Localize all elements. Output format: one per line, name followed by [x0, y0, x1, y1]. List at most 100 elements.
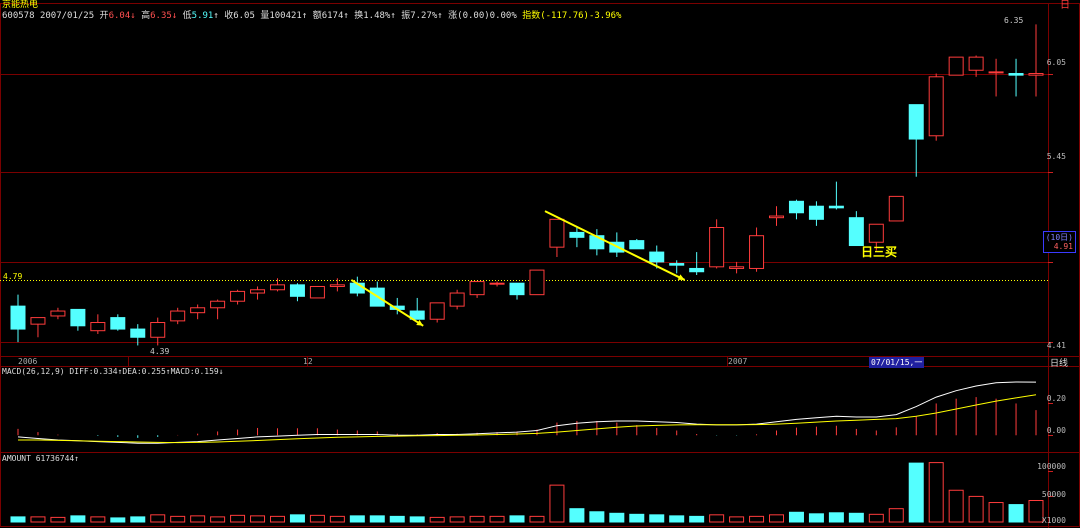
candle-body: [908, 104, 924, 140]
current-price-box: (10日) 4.91: [1042, 231, 1076, 253]
open-value: 6.04: [108, 11, 131, 21]
amount-bar: [190, 515, 206, 523]
candle-body: [749, 235, 765, 269]
turnover-value: 1.48%: [363, 11, 391, 21]
candle-body: [549, 218, 565, 248]
amount-bar: [449, 516, 465, 523]
price-tick: 6.05: [1046, 58, 1066, 67]
candle-body: [888, 195, 904, 222]
cursor-date: 07/01/15,一: [869, 357, 925, 368]
macd-label: MACD(26,12,9) DIFF:0.334↑DEA:0.255↑MACD:…: [2, 367, 224, 376]
amount-bar: [788, 511, 804, 523]
amount-bar: [210, 516, 226, 523]
amount-bar: [110, 517, 126, 523]
low-price-label: 4.39: [150, 347, 170, 356]
volume-label: 量: [260, 11, 270, 21]
candle-body: [269, 284, 285, 291]
candle-body: [329, 284, 345, 287]
candle-body: [489, 282, 505, 285]
amount-bar: [10, 516, 26, 523]
amount-bar: [130, 516, 146, 523]
candle-body: [110, 317, 126, 330]
amount-bar: [769, 514, 785, 523]
close-value: 6.05: [233, 11, 255, 21]
period-label[interactable]: 日线: [1050, 356, 1068, 369]
amount-bar: [50, 516, 66, 523]
candle-body: [70, 308, 86, 327]
time-label: 12: [303, 357, 313, 366]
amount-bar: [429, 516, 445, 523]
candle-body: [928, 76, 944, 137]
amplitude-value: 7.27%: [410, 11, 438, 21]
amount-bar: [928, 462, 944, 523]
amount-bar: [828, 512, 844, 523]
open-label: 开: [99, 11, 109, 21]
candle-body: [449, 292, 465, 307]
index-label: 指数: [522, 11, 541, 21]
candle-body: [569, 231, 585, 238]
amount-bar: [609, 512, 625, 523]
low-label: 低: [182, 11, 192, 21]
candle-body: [629, 240, 645, 250]
annotation-text: 日三买: [861, 245, 898, 259]
candle-body: [689, 267, 705, 273]
kline-chart[interactable]: [0, 0, 1080, 528]
amount-bar: [489, 515, 505, 523]
amount-bar: [709, 514, 725, 523]
stock-code: 600578: [2, 11, 35, 21]
stock-name[interactable]: 京能热电: [2, 0, 38, 11]
candle-body: [828, 205, 844, 209]
amount-bar: [888, 508, 904, 523]
low-value: 5.91: [191, 11, 214, 21]
amount-bar: [908, 462, 924, 523]
amount-bar: [329, 515, 345, 523]
trend-arrow: [350, 279, 424, 327]
candle-body: [509, 282, 525, 296]
corner-mark[interactable]: 日: [1060, 0, 1070, 11]
candle-body: [669, 263, 685, 266]
amount-bar: [30, 516, 46, 523]
high-value: 6.35: [150, 11, 172, 21]
change-label: 涨: [448, 11, 458, 21]
amount-bar: [269, 515, 285, 523]
amount-bar: [289, 514, 305, 523]
amount-bar: [389, 515, 405, 523]
amount-bar: [70, 515, 86, 523]
amount-bar: [749, 515, 765, 523]
candle-body: [250, 289, 266, 294]
index-value: (-117.76)-3.96%: [540, 11, 622, 21]
amount-bar: [589, 511, 605, 523]
amount-bar: [90, 516, 106, 523]
amount-bar: [948, 489, 964, 523]
amount-bar: [968, 495, 984, 523]
turnover-label: 换: [354, 11, 364, 21]
amount-bar: [529, 515, 545, 523]
macd-tick: 0.00: [1046, 426, 1066, 435]
amount-bar: [629, 513, 645, 523]
amount-bar: [1008, 504, 1024, 523]
amount-bar: [729, 516, 745, 523]
high-label: 高: [141, 11, 151, 21]
amount-bar: [309, 514, 325, 523]
candle-body: [210, 300, 226, 309]
amount-bar: [988, 502, 1004, 523]
time-label: 2006: [18, 357, 38, 366]
amount-label: 额: [312, 11, 322, 21]
time-label: 2007: [728, 357, 748, 366]
volume-value: 100421: [269, 11, 302, 21]
candle-body: [230, 290, 246, 302]
candle-body: [130, 328, 146, 338]
amount-bar: [689, 515, 705, 523]
amount-value: 6174: [321, 11, 344, 21]
candle-body: [649, 251, 665, 263]
price-tick: 5.45: [1046, 152, 1066, 161]
candle-body: [948, 56, 964, 76]
amount-bar: [669, 515, 685, 523]
candle-body: [1028, 73, 1044, 76]
amount-bar: [369, 515, 385, 523]
candle-body: [868, 223, 884, 243]
candle-body: [1008, 73, 1024, 76]
price-box-period: (10日): [1045, 233, 1073, 242]
candle-body: [729, 266, 745, 269]
dea-line: [18, 394, 1037, 444]
